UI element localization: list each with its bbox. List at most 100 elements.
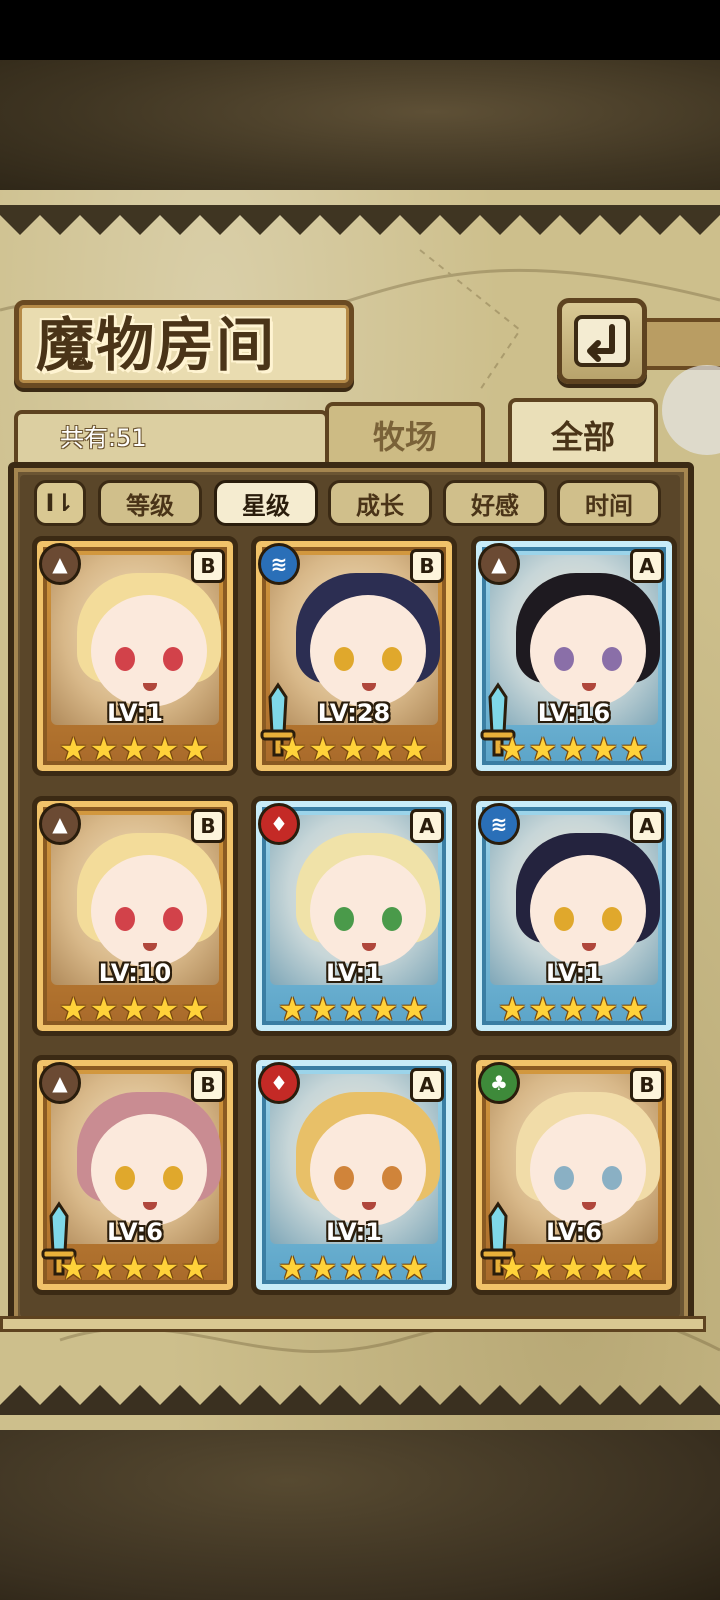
star-icon: ★ bbox=[181, 1249, 210, 1287]
star-rating: ★ ★ ★ ★ ★ bbox=[278, 1252, 430, 1288]
star-rating: ★ ★ ★ ★ ★ bbox=[498, 993, 650, 1029]
star-icon: ★ bbox=[339, 990, 368, 1028]
monster-card[interactable]: ▲ A LV:16 ★ ★ ★ ★ ★ bbox=[471, 536, 677, 776]
monster-card[interactable]: ▲ B LV:6 ★ ★ ★ ★ ★ bbox=[32, 1055, 238, 1295]
monster-level: LV:1 bbox=[326, 959, 382, 987]
star-icon: ★ bbox=[400, 730, 429, 768]
star-icon: ★ bbox=[278, 1249, 307, 1287]
earth-icon: ▲ bbox=[39, 803, 81, 845]
sort-by-level-button[interactable]: 等级 bbox=[98, 480, 202, 526]
torn-edge-top bbox=[0, 205, 720, 235]
rank-badge: B bbox=[191, 549, 225, 583]
portrait-eye bbox=[163, 1166, 183, 1190]
star-icon: ★ bbox=[278, 730, 307, 768]
star-icon: ★ bbox=[181, 730, 210, 768]
star-rating: ★ ★ ★ ★ ★ bbox=[59, 733, 211, 769]
sort-order-toggle[interactable]: I⇂ bbox=[34, 480, 86, 526]
monster-count: 共有:51 bbox=[60, 424, 147, 452]
tab-ranch[interactable]: 牧场 bbox=[325, 402, 485, 464]
fire-icon: ♦ bbox=[258, 803, 300, 845]
star-icon: ★ bbox=[498, 1249, 527, 1287]
star-icon: ★ bbox=[181, 990, 210, 1028]
monster-card[interactable]: ▲ B LV:10 ★ ★ ★ ★ ★ bbox=[32, 796, 238, 1036]
panel-bottom-rail bbox=[0, 1316, 706, 1332]
star-icon: ★ bbox=[120, 730, 149, 768]
star-icon: ★ bbox=[589, 730, 619, 768]
rank-badge: B bbox=[630, 1068, 664, 1102]
sort-by-time-button[interactable]: 时间 bbox=[557, 480, 661, 526]
rank-badge: A bbox=[630, 549, 664, 583]
map-background-top bbox=[0, 60, 720, 190]
portrait-eye bbox=[554, 907, 574, 931]
star-icon: ★ bbox=[589, 990, 619, 1028]
rank-badge: B bbox=[191, 1068, 225, 1102]
star-rating: ★ ★ ★ ★ ★ bbox=[59, 993, 211, 1029]
portrait-eye bbox=[554, 1166, 574, 1190]
portrait-eye bbox=[602, 647, 622, 671]
monster-card[interactable]: ≋ A LV:1 ★ ★ ★ ★ ★ bbox=[471, 796, 677, 1036]
sort-by-growth-button[interactable]: 成长 bbox=[328, 480, 432, 526]
star-icon: ★ bbox=[369, 730, 399, 768]
rank-badge: A bbox=[410, 809, 444, 843]
monster-level: LV:1 bbox=[326, 1218, 382, 1246]
star-icon: ★ bbox=[308, 990, 338, 1028]
star-icon: ★ bbox=[150, 1249, 180, 1287]
star-icon: ★ bbox=[559, 1249, 588, 1287]
star-icon: ★ bbox=[308, 730, 338, 768]
star-icon: ★ bbox=[89, 1249, 119, 1287]
monster-card[interactable]: ▲ B LV:1 ★ ★ ★ ★ ★ bbox=[32, 536, 238, 776]
star-icon: ★ bbox=[278, 990, 307, 1028]
back-button[interactable] bbox=[557, 298, 647, 384]
portrait-eye bbox=[334, 1166, 354, 1190]
portrait-eye bbox=[602, 907, 622, 931]
monster-card[interactable]: ≋ B LV:28 ★ ★ ★ ★ ★ bbox=[251, 536, 457, 776]
tab-all[interactable]: 全部 bbox=[508, 398, 658, 468]
sort-by-affection-button[interactable]: 好感 bbox=[443, 480, 547, 526]
rank-badge: B bbox=[410, 549, 444, 583]
fire-icon: ♦ bbox=[258, 1062, 300, 1104]
sort-by-star-button[interactable]: 星级 bbox=[214, 480, 318, 526]
star-rating: ★ ★ ★ ★ ★ bbox=[498, 1252, 650, 1288]
star-icon: ★ bbox=[308, 1249, 338, 1287]
portrait-eye bbox=[382, 1166, 402, 1190]
portrait-eye bbox=[115, 1166, 135, 1190]
portrait-eye bbox=[163, 907, 183, 931]
portrait-eye bbox=[602, 1166, 622, 1190]
monster-level: LV:6 bbox=[546, 1218, 602, 1246]
monster-level: LV:6 bbox=[107, 1218, 163, 1246]
monster-card[interactable]: ♦ A LV:1 ★ ★ ★ ★ ★ bbox=[251, 796, 457, 1036]
portrait-eye bbox=[163, 647, 183, 671]
star-icon: ★ bbox=[400, 990, 429, 1028]
star-icon: ★ bbox=[369, 990, 399, 1028]
star-icon: ★ bbox=[620, 1249, 649, 1287]
portrait-eye bbox=[334, 647, 354, 671]
star-icon: ★ bbox=[120, 1249, 149, 1287]
monster-card[interactable]: ♦ A LV:1 ★ ★ ★ ★ ★ bbox=[251, 1055, 457, 1295]
monster-card[interactable]: ♣ B LV:6 ★ ★ ★ ★ ★ bbox=[471, 1055, 677, 1295]
monster-level: LV:16 bbox=[537, 699, 611, 727]
star-icon: ★ bbox=[559, 990, 588, 1028]
star-icon: ★ bbox=[528, 1249, 558, 1287]
star-icon: ★ bbox=[89, 730, 119, 768]
star-rating: ★ ★ ★ ★ ★ bbox=[278, 993, 430, 1029]
star-icon: ★ bbox=[620, 990, 649, 1028]
star-icon: ★ bbox=[528, 990, 558, 1028]
star-icon: ★ bbox=[89, 990, 119, 1028]
torn-edge-bottom bbox=[0, 1385, 720, 1415]
wind-icon: ♣ bbox=[478, 1062, 520, 1104]
earth-icon: ▲ bbox=[478, 543, 520, 585]
star-icon: ★ bbox=[559, 730, 588, 768]
monster-level: LV:1 bbox=[546, 959, 602, 987]
star-icon: ★ bbox=[528, 730, 558, 768]
monster-level: LV:10 bbox=[98, 959, 172, 987]
page-title: 魔物房间 bbox=[36, 311, 277, 379]
portrait-eye bbox=[115, 647, 135, 671]
portrait-eye bbox=[334, 907, 354, 931]
portrait-eye bbox=[554, 647, 574, 671]
star-icon: ★ bbox=[339, 1249, 368, 1287]
star-icon: ★ bbox=[59, 990, 88, 1028]
earth-icon: ▲ bbox=[39, 543, 81, 585]
star-icon: ★ bbox=[498, 730, 527, 768]
star-icon: ★ bbox=[589, 1249, 619, 1287]
status-bar bbox=[0, 0, 720, 60]
